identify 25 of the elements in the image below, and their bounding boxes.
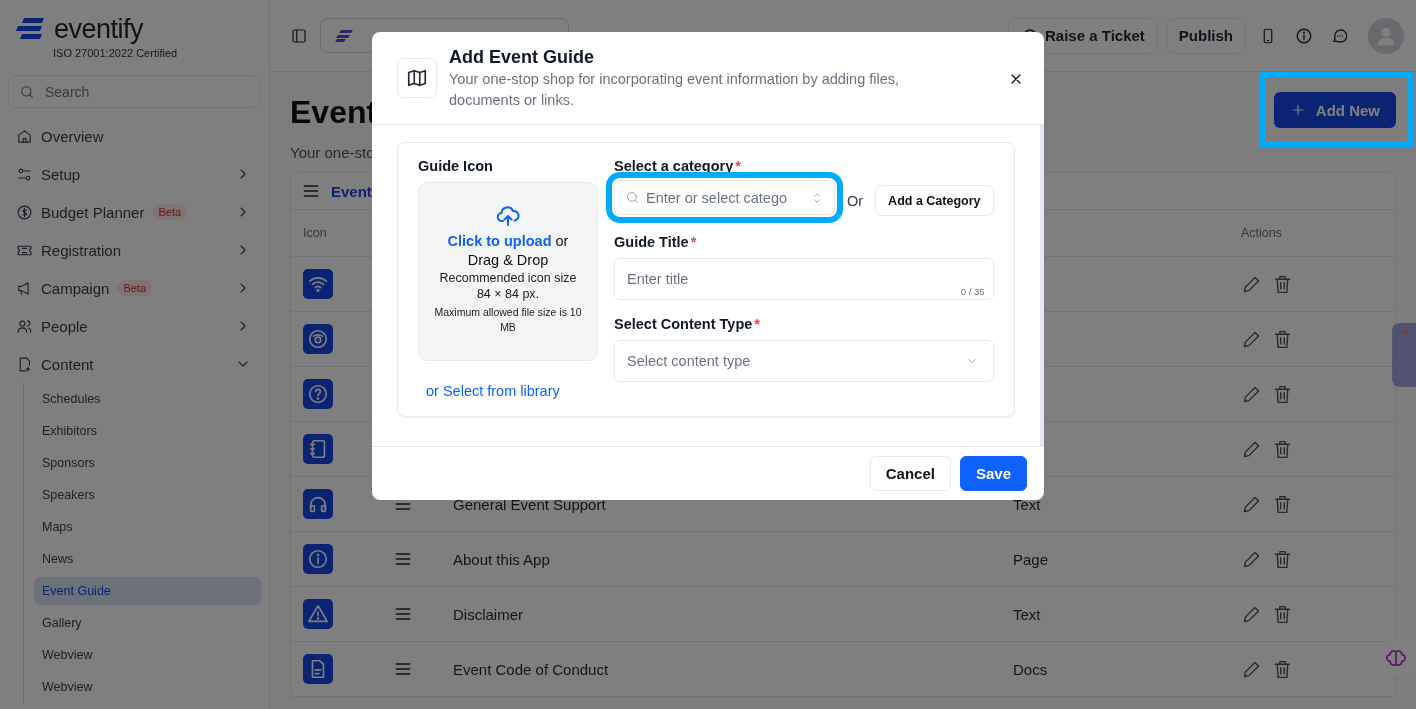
table-cell: Page (1013, 550, 1049, 568)
table-cell: General Event Support (453, 495, 606, 513)
required-mark: * (754, 316, 760, 332)
beta-badge: Beta (152, 204, 188, 220)
file-limit-text: Maximum allowed file size is 10 MB (433, 305, 583, 335)
upload-text: Click to upload or Drag & Drop (447, 232, 569, 270)
field-label: Guide Icon (418, 157, 494, 175)
dialog-subtitle: Your one-stop shop for incorporating event information by adding files, documents or links. (449, 70, 901, 110)
required-mark: * (690, 234, 697, 250)
dialog-title: Add Event Guide (449, 47, 595, 68)
table-cell: Text (1013, 495, 1041, 513)
character-counter: 0 / 35 (960, 286, 985, 297)
table-cell: Disclaimer (453, 605, 523, 623)
required-mark: * (735, 158, 741, 174)
field-label: Select Content Type* (614, 315, 761, 333)
table-cell: Event Code of Conduct (453, 660, 609, 678)
column-header: Actions (1215, 210, 1395, 257)
field-label: Guide Title* (614, 233, 698, 251)
or-text: Or (847, 192, 864, 209)
table-cell: Text (1013, 605, 1041, 623)
table-cell: Docs (1013, 660, 1048, 678)
table-cell: About this App (453, 550, 550, 568)
certification-text: ISO 27001:2022 Certified (52, 47, 179, 59)
beta-badge: Beta (117, 280, 152, 296)
size-hint: Recommended icon size 84 × 84 px. (438, 270, 578, 302)
